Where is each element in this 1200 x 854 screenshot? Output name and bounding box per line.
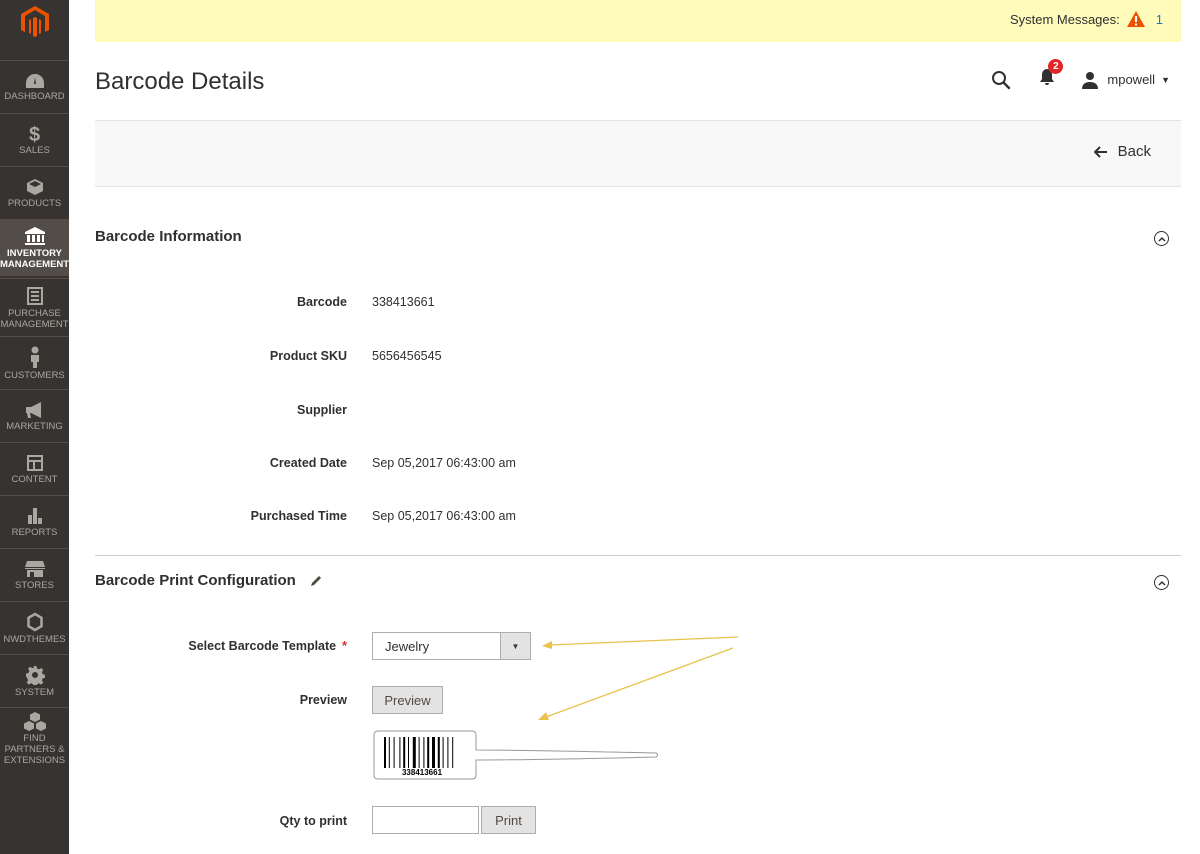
sidebar-item-nwdthemes[interactable]: NWDTHEMES bbox=[0, 601, 69, 654]
sidebar-item-inventory-management[interactable]: INVENTORY MANAGEMENT bbox=[0, 219, 69, 276]
field-row-purchased-time: Purchased Time Sep 05,2017 06:43:00 am bbox=[95, 509, 1095, 529]
back-label: Back bbox=[1117, 143, 1151, 160]
user-icon bbox=[1082, 71, 1099, 89]
qty-to-print-label: Qty to print bbox=[279, 814, 347, 828]
sidebar-item-content[interactable]: CONTENT bbox=[0, 442, 69, 495]
field-row-created-date: Created Date Sep 05,2017 06:43:00 am bbox=[95, 456, 1095, 476]
preview-label: Preview bbox=[299, 693, 347, 707]
box-icon bbox=[26, 178, 43, 195]
user-menu[interactable]: mpowell ▼ bbox=[1081, 71, 1170, 89]
sidebar-item-label: PRODUCTS bbox=[7, 197, 62, 209]
sidebar-item-system[interactable]: SYSTEM bbox=[0, 654, 69, 707]
sidebar-item-label: SYSTEM bbox=[14, 686, 55, 698]
sidebar-item-label: STORES bbox=[15, 579, 54, 591]
sidebar-item-reports[interactable]: REPORTS bbox=[0, 495, 69, 548]
collapse-print-configuration-button[interactable] bbox=[1154, 575, 1169, 590]
product-sku-value: 5656456545 bbox=[372, 349, 442, 363]
notifications-badge: 2 bbox=[1048, 59, 1064, 74]
created-date-label: Created Date bbox=[269, 456, 347, 470]
field-row-barcode: Barcode 338413661 bbox=[95, 295, 1095, 315]
barcode-label: Barcode bbox=[296, 295, 347, 309]
hexagon-icon bbox=[26, 612, 43, 631]
sidebar-item-products[interactable]: PRODUCTS bbox=[0, 166, 69, 219]
sidebar-item-label: FIND PARTNERS & EXTENSIONS bbox=[3, 733, 66, 766]
system-messages-count[interactable]: 1 bbox=[1156, 12, 1163, 27]
print-configuration-header[interactable]: Barcode Print Configuration bbox=[95, 572, 323, 589]
person-icon bbox=[30, 346, 39, 368]
bank-icon bbox=[24, 227, 45, 245]
chevron-up-icon bbox=[1157, 236, 1166, 242]
sidebar-item-label: INVENTORY MANAGEMENT bbox=[0, 248, 70, 270]
cubes-icon bbox=[23, 712, 46, 731]
store-icon bbox=[24, 560, 45, 577]
field-row-product-sku: Product SKU 5656456545 bbox=[95, 349, 1095, 369]
sidebar-item-label: SALES bbox=[19, 144, 50, 156]
sidebar-item-stores[interactable]: STORES bbox=[0, 548, 69, 601]
purchased-time-label: Purchased Time bbox=[250, 509, 347, 523]
document-icon bbox=[26, 286, 43, 305]
system-messages[interactable]: System Messages: 1 bbox=[1010, 10, 1163, 28]
field-row-supplier: Supplier bbox=[95, 403, 1095, 423]
sidebar-item-label: PURCHASE MANAGEMENT bbox=[0, 307, 69, 330]
system-messages-label: System Messages: bbox=[1009, 11, 1120, 27]
sidebar-item-label: NWDTHEMES bbox=[3, 633, 66, 645]
chevron-down-icon: ▼ bbox=[1161, 74, 1170, 85]
barcode-template-label: Select Barcode Template bbox=[188, 639, 337, 653]
barcode-template-value: Jewelry bbox=[385, 638, 430, 654]
search-icon[interactable] bbox=[991, 70, 1011, 90]
dollar-icon: $ bbox=[28, 123, 41, 146]
username: mpowell bbox=[1107, 72, 1156, 87]
header-actions: 2 mpowell ▼ bbox=[991, 59, 1170, 91]
jewelry-tag-preview: 338413661 bbox=[373, 730, 658, 780]
warning-icon bbox=[1126, 11, 1145, 27]
qty-to-print-input[interactable] bbox=[372, 806, 479, 834]
admin-sidebar: DASHBOARD $ SALES PRODUCTS INVENTORY MAN… bbox=[0, 0, 69, 854]
dropdown-arrow-icon: ▼ bbox=[500, 633, 530, 659]
barcode-information-title[interactable]: Barcode Information bbox=[95, 228, 242, 245]
system-messages-bar: System Messages: 1 bbox=[95, 0, 1181, 42]
sidebar-item-marketing[interactable]: MARKETING bbox=[0, 389, 69, 442]
arrow-left-icon bbox=[1093, 145, 1107, 158]
print-button[interactable]: Print bbox=[481, 806, 536, 834]
preview-button[interactable]: Preview bbox=[372, 686, 443, 714]
megaphone-icon bbox=[25, 401, 41, 418]
magento-logo[interactable] bbox=[0, 0, 69, 44]
purchased-time-value: Sep 05,2017 06:43:00 am bbox=[372, 509, 516, 523]
field-row-qty: Qty to print bbox=[95, 814, 1095, 834]
barcode-preview-text: 338413661 bbox=[402, 768, 443, 777]
layout-icon bbox=[26, 454, 43, 471]
sidebar-item-label: CONTENT bbox=[11, 473, 58, 485]
back-button[interactable]: Back bbox=[1093, 143, 1151, 160]
barcode-template-select[interactable]: Jewelry ▼ bbox=[372, 632, 531, 660]
sidebar-item-dashboard[interactable]: DASHBOARD bbox=[0, 60, 69, 113]
bar-chart-icon bbox=[27, 507, 42, 524]
print-configuration-title: Barcode Print Configuration bbox=[95, 572, 296, 589]
product-sku-label: Product SKU bbox=[269, 349, 347, 363]
barcode-template-label-wrap: Select Barcode Template * bbox=[188, 639, 347, 653]
sidebar-item-purchase-management[interactable]: PURCHASE MANAGEMENT bbox=[0, 278, 69, 336]
sidebar-item-sales[interactable]: $ SALES bbox=[0, 113, 69, 166]
notifications-button[interactable]: 2 bbox=[1039, 59, 1064, 91]
sidebar-item-find-partners[interactable]: FIND PARTNERS & EXTENSIONS bbox=[0, 707, 69, 769]
chevron-up-icon bbox=[1157, 580, 1166, 586]
created-date-value: Sep 05,2017 06:43:00 am bbox=[372, 456, 516, 470]
page-actions-bar: Back bbox=[95, 120, 1181, 187]
dashboard-icon bbox=[25, 73, 44, 88]
sidebar-item-label: REPORTS bbox=[11, 526, 58, 538]
pencil-icon[interactable] bbox=[310, 574, 323, 587]
barcode-preview-image: 338413661 bbox=[372, 730, 662, 787]
supplier-label: Supplier bbox=[296, 403, 347, 417]
section-divider bbox=[95, 555, 1181, 556]
page-title: Barcode Details bbox=[95, 68, 265, 95]
barcode-value: 338413661 bbox=[372, 295, 435, 309]
annotation-arrows bbox=[538, 636, 739, 720]
magento-logo-icon bbox=[20, 6, 49, 37]
required-asterisk: * bbox=[342, 639, 347, 653]
sidebar-item-customers[interactable]: CUSTOMERS bbox=[0, 336, 69, 389]
sidebar-item-label: DASHBOARD bbox=[4, 90, 65, 102]
collapse-barcode-information-button[interactable] bbox=[1154, 231, 1169, 246]
gear-icon bbox=[25, 665, 45, 685]
sidebar-item-label: CUSTOMERS bbox=[4, 369, 65, 381]
sidebar-item-label: MARKETING bbox=[6, 420, 63, 432]
